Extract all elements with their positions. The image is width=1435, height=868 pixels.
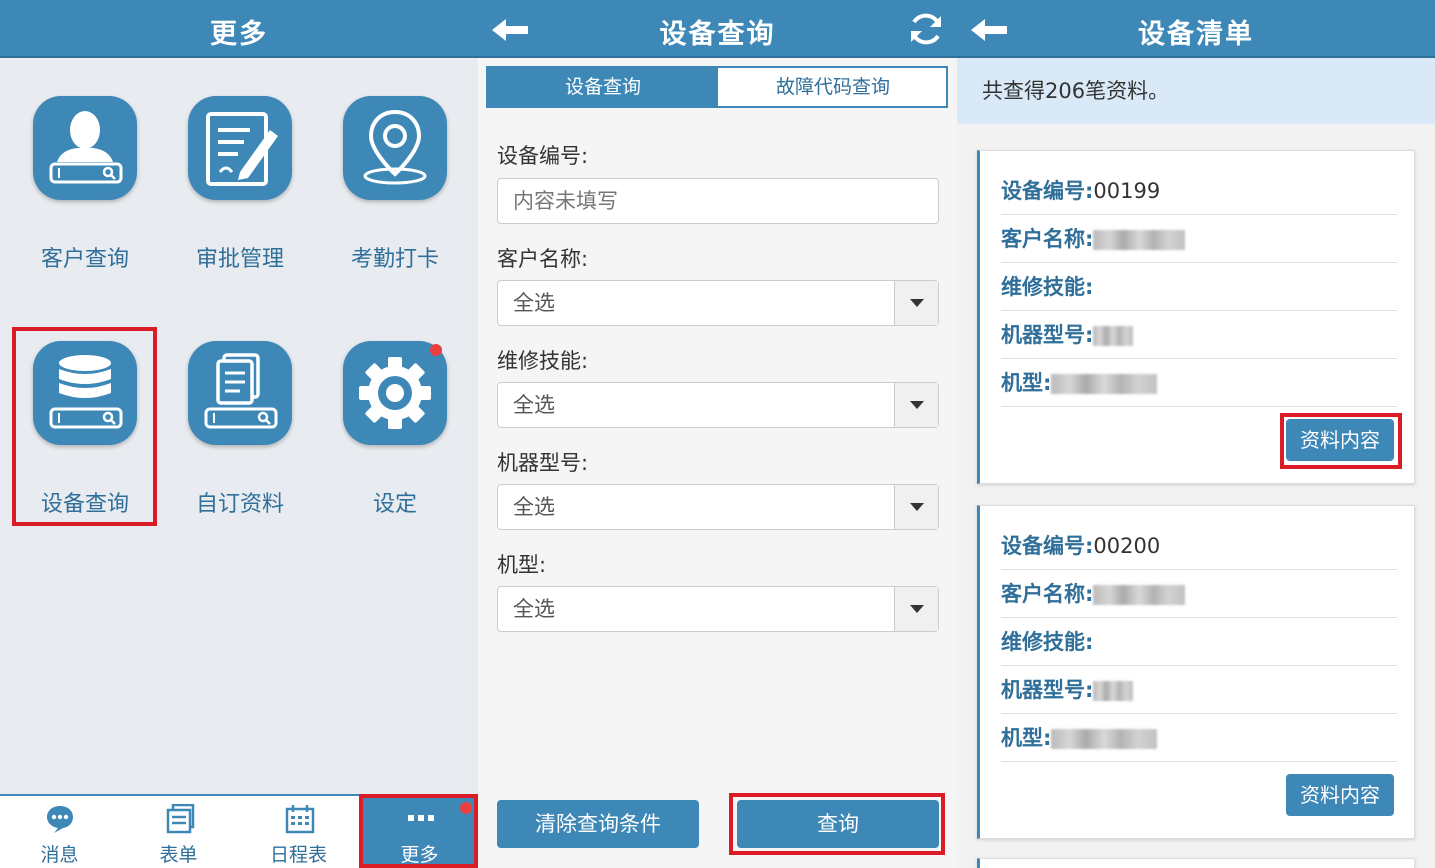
tile-label: 审批管理: [195, 247, 284, 272]
device-no-label: 设备编号:: [497, 144, 589, 168]
tab-fault-code-query[interactable]: 故障代码查询: [718, 68, 948, 106]
more-header: 更多: [0, 0, 478, 58]
result-summary: 共查得206笔资料。: [957, 58, 1435, 124]
blurred-value: [1093, 585, 1186, 605]
row-model: 机型:: [1001, 714, 1397, 762]
field-key: 设备编号:: [1001, 179, 1094, 203]
tab-device-query[interactable]: 设备查询: [488, 68, 718, 106]
field-value: 00200: [1093, 534, 1161, 558]
caret-down-icon: [894, 587, 938, 631]
tile-custom-data[interactable]: 自订资料: [165, 341, 315, 541]
device-list-screen: 设备清单 共查得206笔资料。 设备编号:00199 客户名称: 维修技能: 机…: [957, 0, 1435, 868]
forms-icon: [166, 804, 195, 834]
row-skill: 维修技能:: [1001, 618, 1397, 666]
query-form: 设备编号: 内容未填写 客户名称: 全选 维修技能: 全选 机器型号: 全选 机…: [478, 118, 957, 868]
field-key: 客户名称:: [1001, 227, 1094, 251]
row-model-no: 机器型号:: [1001, 666, 1397, 714]
notification-dot: [430, 344, 442, 356]
highlight-query-button: [729, 793, 945, 855]
caret-down-icon: [894, 281, 938, 325]
device-query-screen: 设备查询 设备查询 故障代码查询 设备编号: 内容未填写 客户名称: 全选 维修…: [478, 0, 957, 868]
tile-customer-search[interactable]: 客户查询: [10, 96, 160, 296]
approval-icon: [188, 96, 292, 200]
model-select[interactable]: 全选: [497, 586, 939, 632]
customer-select[interactable]: 全选: [497, 280, 939, 326]
customer-search-icon: [33, 96, 137, 200]
tile-label: 设定: [372, 492, 417, 517]
tile-label: 客户查询: [40, 247, 129, 272]
tile-settings[interactable]: 设定: [320, 341, 470, 541]
query-title: 设备查询: [659, 19, 776, 50]
row-device-no: 设备编号:00200: [1001, 522, 1397, 570]
tab-forms[interactable]: 表单: [119, 796, 238, 868]
refresh-icon[interactable]: [907, 10, 945, 48]
field-key: 客户名称:: [1001, 582, 1094, 606]
select-value: 全选: [513, 291, 555, 315]
field-key: 设备编号:: [1001, 534, 1094, 558]
field-key: 机器型号:: [1001, 323, 1094, 347]
tile-label: 自订资料: [195, 492, 284, 517]
tab-calendar[interactable]: 日程表: [239, 796, 358, 868]
model-no-label: 机器型号:: [497, 451, 589, 475]
highlight-device-search: [12, 327, 157, 526]
document-search-icon: [188, 341, 292, 445]
device-card-partial: [977, 858, 1415, 868]
select-value: 全选: [513, 393, 555, 417]
field-value: 00199: [1093, 179, 1161, 203]
blurred-value: [1051, 729, 1158, 749]
field-key: 维修技能:: [1001, 275, 1094, 299]
blurred-value: [1093, 326, 1134, 346]
field-key: 机型:: [1001, 726, 1052, 750]
blurred-value: [1093, 681, 1134, 701]
tab-label: 表单: [159, 844, 198, 866]
field-key: 机器型号:: [1001, 678, 1094, 702]
blurred-value: [1051, 374, 1158, 394]
field-key: 维修技能:: [1001, 630, 1094, 654]
tab-messages[interactable]: 消息: [0, 796, 119, 868]
tile-label: 考勤打卡: [350, 247, 439, 272]
model-label: 机型:: [497, 553, 547, 577]
clear-conditions-button[interactable]: 清除查询条件: [497, 800, 699, 848]
caret-down-icon: [894, 485, 938, 529]
query-header: 设备查询: [478, 0, 957, 58]
select-value: 全选: [513, 495, 555, 519]
device-card: 设备编号:00199 客户名称: 维修技能: 机器型号: 机型: 资料内容: [977, 150, 1415, 484]
more-title: 更多: [210, 19, 268, 50]
caret-down-icon: [894, 383, 938, 427]
calendar-icon: [285, 805, 315, 834]
tile-attendance[interactable]: 考勤打卡: [320, 96, 470, 296]
list-title: 设备清单: [1138, 19, 1254, 50]
blurred-value: [1093, 230, 1186, 250]
field-key: 机型:: [1001, 371, 1052, 395]
highlight-more-tab: [359, 794, 478, 868]
list-header: 设备清单: [957, 0, 1435, 58]
row-customer: 客户名称:: [1001, 570, 1397, 618]
row-customer: 客户名称:: [1001, 215, 1397, 263]
row-model-no: 机器型号:: [1001, 311, 1397, 359]
device-no-input[interactable]: 内容未填写: [497, 178, 939, 224]
gear-icon: [343, 341, 447, 445]
tab-label: 消息: [40, 844, 79, 866]
more-screen: 更多 客户查询 审批管理 考勤打卡 设备查询 自订资料 设定 消息 表单 日程表…: [0, 0, 478, 868]
location-pin-icon: [343, 96, 447, 200]
row-device-no: 设备编号:00199: [1001, 167, 1397, 215]
customer-label: 客户名称:: [497, 247, 589, 271]
tile-approval[interactable]: 审批管理: [165, 96, 315, 296]
highlight-detail-button: [1280, 413, 1402, 469]
model-no-select[interactable]: 全选: [497, 484, 939, 530]
detail-button[interactable]: 资料内容: [1286, 774, 1394, 816]
skill-label: 维修技能:: [497, 349, 589, 373]
chat-icon: [47, 806, 73, 833]
row-model: 机型:: [1001, 359, 1397, 407]
select-value: 全选: [513, 597, 555, 621]
query-type-tabs: 设备查询 故障代码查询: [486, 66, 948, 108]
tab-label: 日程表: [269, 844, 327, 866]
row-skill: 维修技能:: [1001, 263, 1397, 311]
device-card: 设备编号:00200 客户名称: 维修技能: 机器型号: 机型: 资料内容: [977, 505, 1415, 839]
skill-select[interactable]: 全选: [497, 382, 939, 428]
